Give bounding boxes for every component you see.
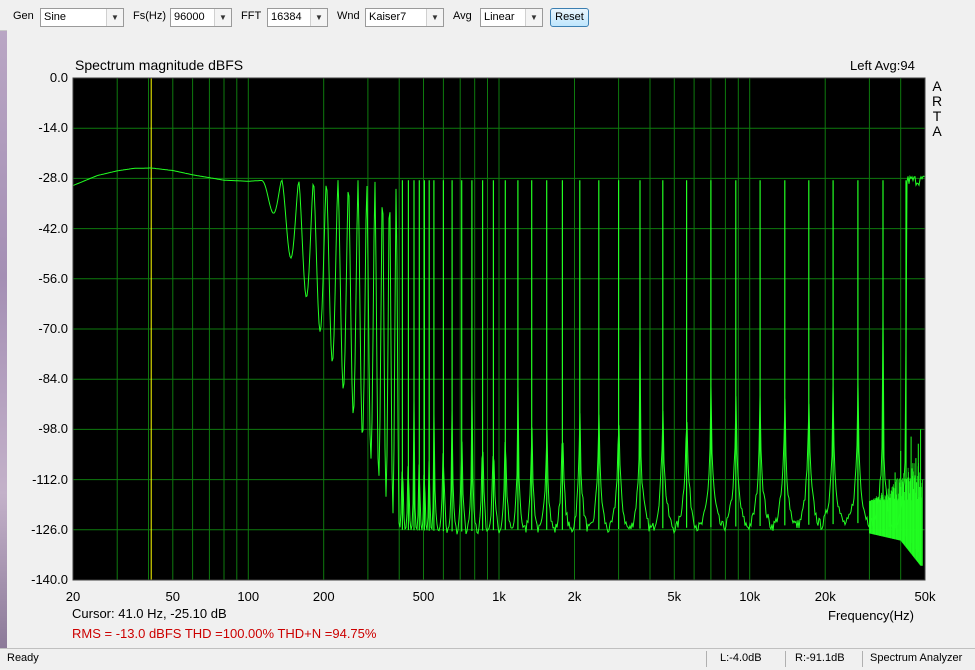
x-tick-label: 5k [667,589,682,604]
status-ready: Ready [7,652,39,664]
status-divider [706,651,707,667]
y-tick-label: -126.0 [31,521,68,537]
x-tick-label: 20k [814,589,836,604]
x-tick-label: 100 [237,589,260,604]
x-tick-label: 20 [65,589,81,604]
x-tick-label: 50k [914,589,936,604]
y-tick-label: -14.0 [38,120,68,136]
y-tick-label: -70.0 [38,321,68,336]
status-left-level: L:-4.0dB [720,652,762,664]
spectrum-chart [72,77,926,581]
status-bar: Ready L:-4.0dB R:-91.1dB Spectrum Analyz… [0,648,975,670]
y-tick-label: -42.0 [38,220,68,236]
rms-thd-readout: RMS = -13.0 dBFS THD =100.00% THD+N =94.… [72,626,377,641]
y-tick-label: -84.0 [38,371,68,387]
x-tick-label: 1k [492,589,506,604]
status-right-level: R:-91.1dB [795,652,845,664]
status-divider [785,651,786,667]
x-tick-label: 10k [739,589,761,604]
x-tick-label: 200 [312,589,335,604]
x-tick-label: 2k [567,589,582,604]
x-axis-title: Frequency(Hz) [828,608,914,623]
y-tick-label: -98.0 [38,421,68,437]
y-tick-label: 0.0 [49,70,68,85]
y-tick-label: -112.0 [32,471,68,487]
y-tick-label: -56.0 [38,270,68,286]
x-tick-label: 50 [165,589,180,604]
status-mode: Spectrum Analyzer [870,652,963,664]
y-tick-label: -28.0 [38,170,68,186]
cursor-readout: Cursor: 41.0 Hz, -25.10 dB [72,606,227,621]
y-tick-label: -140.0 [31,572,68,587]
status-divider [862,651,863,667]
x-tick-label: 500 [412,589,435,604]
